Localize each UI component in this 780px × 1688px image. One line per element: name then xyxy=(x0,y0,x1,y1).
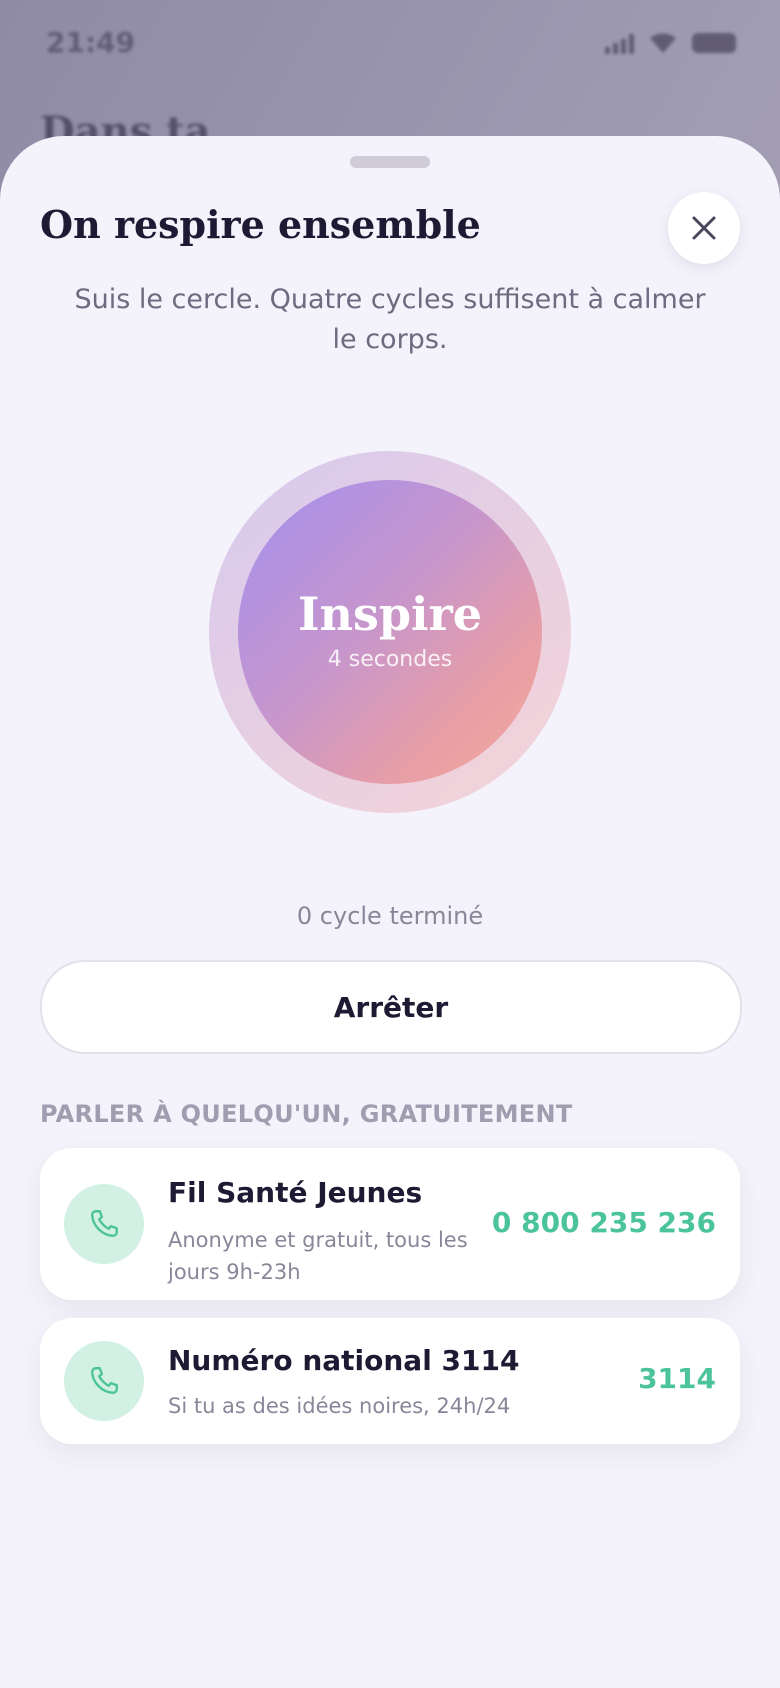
breathing-sheet: On respire ensemble Suis le cercle. Quat… xyxy=(0,136,780,1688)
cycle-count: 0 cycle terminé xyxy=(296,902,484,930)
contact-card-fil-sante-jeunes[interactable]: Fil Santé Jeunes Anonyme et gratuit, tou… xyxy=(40,1148,740,1300)
battery-icon xyxy=(692,33,736,53)
contact-name: Fil Santé Jeunes xyxy=(168,1176,423,1209)
close-icon xyxy=(692,216,716,240)
help-section-label: PARLER À QUELQU'UN, GRATUITEMENT xyxy=(40,1100,573,1128)
sheet-title: On respire ensemble xyxy=(40,202,481,247)
phone-icon xyxy=(90,1210,118,1238)
breathing-circle: Inspire 4 secondes xyxy=(238,480,542,784)
phone-icon-badge xyxy=(64,1184,144,1264)
sheet-grabber[interactable] xyxy=(350,156,430,168)
stop-button[interactable]: Arrêter xyxy=(40,960,742,1054)
breathing-duration-label: 4 secondes xyxy=(327,646,453,672)
sheet-subtitle: Suis le cercle. Quatre cycles suffisent … xyxy=(74,284,706,355)
contact-card-3114[interactable]: Numéro national 3114 Si tu as des idées … xyxy=(40,1318,740,1444)
phone-icon xyxy=(90,1367,118,1395)
contact-number[interactable]: 0 800 235 236 xyxy=(492,1206,716,1239)
contact-description: Si tu as des idées noires, 24h/24 xyxy=(168,1394,511,1418)
close-button[interactable] xyxy=(668,192,740,264)
breathing-phase-label: Inspire xyxy=(298,586,482,641)
contact-description: Anonyme et gratuit, tous les jours 9h-23… xyxy=(168,1228,468,1284)
wifi-icon xyxy=(650,33,676,53)
contact-number[interactable]: 3114 xyxy=(638,1362,716,1395)
status-time: 21:49 xyxy=(46,26,136,59)
status-icons xyxy=(605,32,736,54)
breathing-circle-halo: Inspire 4 secondes xyxy=(209,451,571,813)
phone-icon-badge xyxy=(64,1341,144,1421)
status-bar: 21:49 xyxy=(0,0,780,90)
signal-icon xyxy=(605,32,634,54)
contact-name: Numéro national 3114 xyxy=(168,1344,520,1377)
